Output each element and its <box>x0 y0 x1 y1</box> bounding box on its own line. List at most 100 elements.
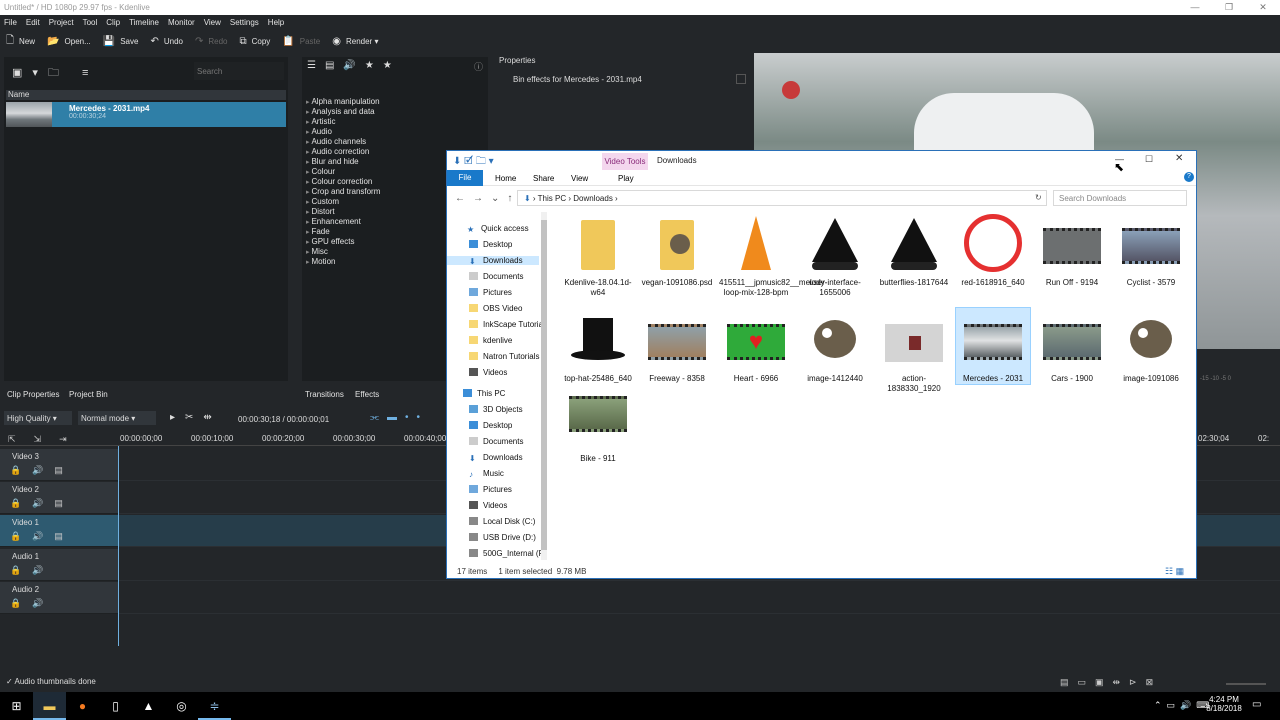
nav-pc-pictures[interactable]: Pictures <box>469 485 512 494</box>
ribbon-tab-play[interactable]: Play <box>618 174 634 183</box>
file-item[interactable]: image-1091086 <box>1114 308 1188 384</box>
nav-usb-drive[interactable]: USB Drive (D:) <box>469 533 536 542</box>
taskbar-firefox[interactable]: ● <box>66 692 99 720</box>
menu-edit[interactable]: Edit <box>26 15 40 30</box>
effects-toolbar-icons[interactable]: ☰▤🔊★★ <box>307 60 401 71</box>
track-controls-icons[interactable]: 🔒🔊▤ <box>10 531 74 542</box>
file-item[interactable]: Freeway - 8358 <box>640 308 714 384</box>
nav-this-pc[interactable]: This PC <box>463 389 505 398</box>
taskbar-obs[interactable]: ◎ <box>165 692 198 720</box>
statusbar-icons[interactable]: ▤▭▣⇹⊳⊠ <box>1060 677 1162 688</box>
file-item[interactable]: Cyclist - 3579 <box>1114 212 1188 288</box>
playhead[interactable] <box>118 446 119 646</box>
track-lane-audio2[interactable] <box>118 582 1280 614</box>
nav-local-disk[interactable]: Local Disk (C:) <box>469 517 535 526</box>
properties-option-button[interactable] <box>736 74 746 84</box>
track-controls-icons[interactable]: 🔒🔊▤ <box>10 465 74 476</box>
menu-project[interactable]: Project <box>49 15 74 30</box>
info-icon[interactable]: ⓘ <box>474 60 483 73</box>
quick-access-toolbar-icons[interactable]: ⬇ 🗹 🗀 ▾ <box>453 154 494 171</box>
nav-music[interactable]: ♪ Music <box>469 469 504 479</box>
ribbon-tab-home[interactable]: Home <box>495 174 516 183</box>
track-header-video1[interactable]: Video 1 🔒🔊▤ <box>0 515 118 547</box>
explorer-search-input[interactable]: Search Downloads <box>1053 190 1187 206</box>
menu-timeline[interactable]: Timeline <box>129 15 159 30</box>
file-item[interactable]: Kdenlive-18.04.1d-w64 <box>561 212 635 297</box>
menu-view[interactable]: View <box>204 15 221 30</box>
effect-category[interactable]: Motion <box>306 257 335 268</box>
nav-pc-documents[interactable]: Documents <box>469 437 523 446</box>
ribbon-tab-file[interactable]: File <box>447 170 483 186</box>
ribbon-tab-share[interactable]: Share <box>533 174 554 183</box>
explorer-close-icon[interactable]: ✕ <box>1175 153 1183 164</box>
nav-videos[interactable]: Videos <box>469 368 507 377</box>
start-button[interactable]: ⊞ <box>0 692 33 720</box>
bin-clip-item[interactable]: Mercedes - 2031.mp4 00:00:30;24 <box>6 102 286 127</box>
refresh-icon[interactable]: ↻ <box>1035 193 1042 202</box>
nav-scrollbar-thumb[interactable] <box>541 220 547 550</box>
file-item[interactable]: butterflies-1817644 <box>877 212 951 288</box>
track-controls-icons[interactable]: 🔒🔊 <box>10 565 54 576</box>
nav-internal-drive[interactable]: 500G_Internal (F: <box>469 549 546 558</box>
tab-transitions[interactable]: Transitions <box>305 390 344 399</box>
nav-documents[interactable]: Documents <box>469 272 523 281</box>
menu-help[interactable]: Help <box>268 15 284 30</box>
nav-pc-desktop[interactable]: Desktop <box>469 421 512 430</box>
taskbar-inkscape[interactable]: ▲ <box>132 692 165 720</box>
file-item-selected[interactable]: Mercedes - 2031 <box>955 307 1031 385</box>
track-header-video3[interactable]: Video 3 🔒🔊▤ <box>0 449 118 481</box>
tab-clip-properties[interactable]: Clip Properties <box>7 390 59 399</box>
timeline-snap-icons[interactable]: ⫘▬•• <box>370 412 428 423</box>
save-button[interactable]: 💾 Save <box>103 36 139 47</box>
file-item[interactable]: ♥ Heart - 6966 <box>719 308 793 384</box>
track-controls-icons[interactable]: 🔒🔊 <box>10 598 54 609</box>
undo-button[interactable]: ↶ Undo <box>150 36 183 47</box>
maximize-icon[interactable]: ❐ <box>1212 0 1246 15</box>
redo-button[interactable]: ↷ Redo <box>195 36 228 47</box>
new-button[interactable]: 🗋 New <box>6 33 35 50</box>
close-icon[interactable]: ✕ <box>1246 0 1280 15</box>
nav-pictures[interactable]: Pictures <box>469 288 512 297</box>
explorer-maximize-icon[interactable]: ☐ <box>1145 154 1153 165</box>
file-item[interactable]: 415511__jpmusic82__melody-loop-mix-128-b… <box>719 212 827 297</box>
bin-column-name[interactable]: Name <box>6 90 286 100</box>
taskbar-file-explorer[interactable]: ▬ <box>33 692 66 720</box>
nav-natron[interactable]: Natron Tutorials <box>469 352 539 361</box>
timeline-timecode[interactable]: 00:00:30;18 / 00:00:00;01 <box>238 415 329 424</box>
nav-pc-downloads[interactable]: ⬇ Downloads <box>469 453 523 463</box>
open-button[interactable]: 📂 Open... <box>47 36 91 47</box>
ruler-tool-icons[interactable]: ⇱⇲⇥ <box>8 434 85 445</box>
file-item[interactable]: red-1618916_640 <box>956 212 1030 288</box>
nav-downloads[interactable]: ⬇ Downloads <box>447 256 539 266</box>
bin-search-input[interactable]: Search <box>194 62 284 80</box>
mode-select[interactable]: Normal mode ▾ <box>78 411 156 425</box>
file-item[interactable]: user-interface-1655006 <box>798 212 872 297</box>
notification-icon[interactable]: ▭ <box>1252 699 1261 710</box>
nav-3d-objects[interactable]: 3D Objects <box>469 405 523 414</box>
nav-inkscape[interactable]: InkScape Tutoria <box>469 320 543 329</box>
menu-tool[interactable]: Tool <box>83 15 98 30</box>
path-downloads[interactable]: Downloads <box>573 194 613 203</box>
bin-toolbar-icons[interactable]: ▣▾🗀 ≡ <box>12 64 98 83</box>
clock[interactable]: 4:24 PM 8/18/2018 <box>1204 695 1244 713</box>
nav-obs-video[interactable]: OBS Video <box>469 304 522 313</box>
zoom-slider[interactable] <box>1226 683 1266 685</box>
taskbar-notepad[interactable]: ▯ <box>99 692 132 720</box>
taskbar-kdenlive[interactable]: ≑ <box>198 692 231 720</box>
track-header-audio1[interactable]: Audio 1 🔒🔊 <box>0 549 118 581</box>
menu-clip[interactable]: Clip <box>106 15 120 30</box>
file-item[interactable]: image-1412440 <box>798 308 872 384</box>
file-item[interactable]: top-hat-25486_640 <box>561 308 635 384</box>
nav-desktop[interactable]: Desktop <box>469 240 512 249</box>
timeline-tool-icons[interactable]: ▸✂⇹ <box>170 412 222 423</box>
tab-project-bin[interactable]: Project Bin <box>69 390 108 399</box>
menu-file[interactable]: File <box>4 15 17 30</box>
ribbon-tab-view[interactable]: View <box>571 174 588 183</box>
file-item[interactable]: Cars - 1900 <box>1035 308 1109 384</box>
nav-quick-access[interactable]: ★ Quick access <box>467 224 529 234</box>
track-header-video2[interactable]: Video 2 🔒🔊▤ <box>0 482 118 514</box>
track-controls-icons[interactable]: 🔒🔊▤ <box>10 498 74 509</box>
tab-effects[interactable]: Effects <box>355 390 379 399</box>
file-item[interactable]: Bike - 911 <box>561 388 635 464</box>
minimize-icon[interactable]: — <box>1178 0 1212 15</box>
